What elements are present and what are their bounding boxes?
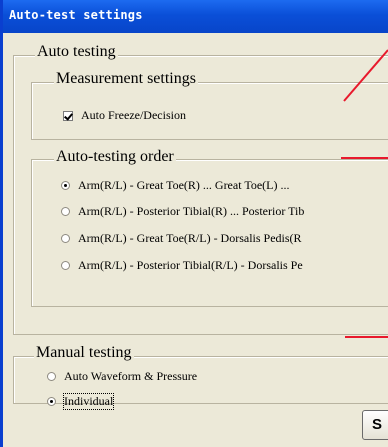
annotation-arrow-measurement bbox=[343, 49, 388, 102]
annotation-overlay bbox=[341, 49, 388, 338]
